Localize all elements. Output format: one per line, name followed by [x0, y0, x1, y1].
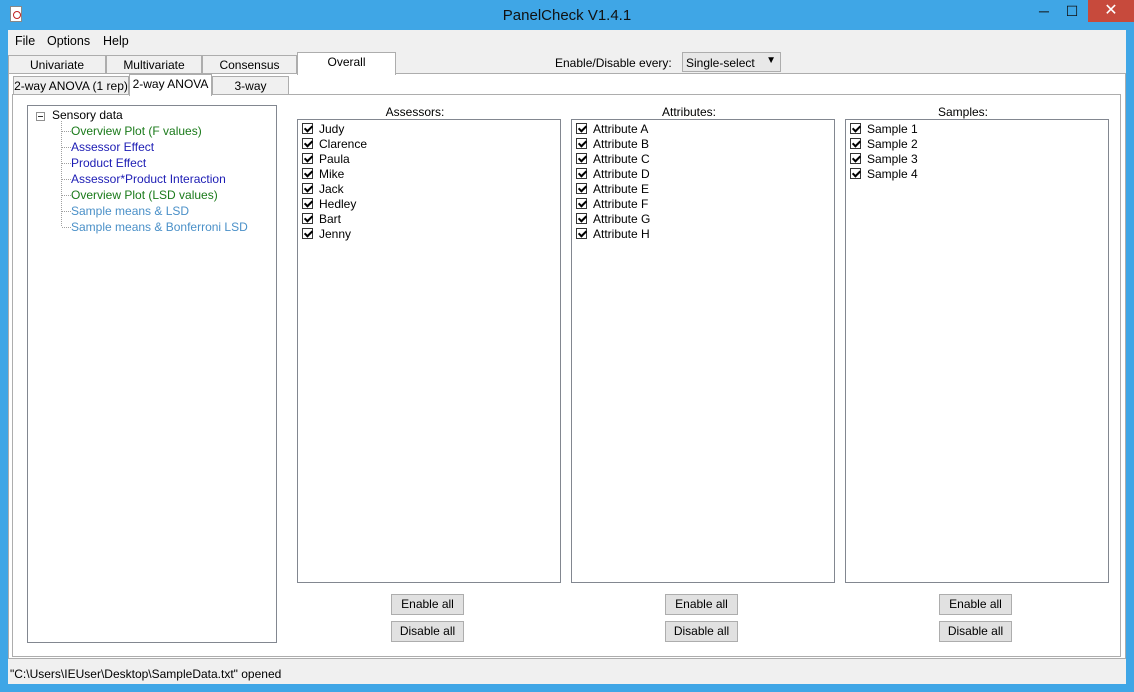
status-text: "C:\Users\IEUser\Desktop\SampleData.txt"… [10, 667, 282, 681]
assessors-disable-all-button[interactable]: Disable all [391, 621, 464, 642]
list-item-label: Sample 4 [867, 167, 918, 181]
tree-item[interactable]: Sample means & LSD [71, 204, 189, 218]
attributes-disable-all-button[interactable]: Disable all [665, 621, 738, 642]
tree-connector [62, 179, 71, 180]
list-item-label: Sample 1 [867, 122, 918, 136]
list-item-label: Attribute B [593, 137, 650, 151]
checkbox-checked-icon[interactable] [302, 168, 313, 179]
list-item-label: Jenny [319, 227, 352, 241]
chevron-down-icon: ▼ [766, 55, 776, 66]
checkbox-checked-icon[interactable] [576, 138, 587, 149]
tree-item[interactable]: Overview Plot (F values) [71, 124, 202, 138]
list-item-label: Attribute E [593, 182, 650, 196]
samples-listbox: Sample 1 Sample 2 Sample 3 Sample 4 [845, 119, 1109, 583]
checkbox-checked-icon[interactable] [576, 198, 587, 209]
minimize-button[interactable]: ─ [1030, 0, 1058, 22]
attributes-heading: Attributes: [661, 105, 717, 119]
tree-connector [62, 211, 71, 212]
attributes-listbox: Attribute A Attribute B Attribute C Attribu… [571, 119, 835, 583]
title-bar[interactable]: PanelCheck V1.4.1 ─ ☐ ✕ [0, 0, 1134, 30]
checkbox-checked-icon[interactable] [576, 153, 587, 164]
tree-item[interactable]: Product Effect [71, 156, 146, 170]
enable-disable-label: Enable/Disable every: [555, 56, 672, 70]
select-mode-dropdown[interactable]: Single-select ▼ [682, 52, 781, 72]
menu-options[interactable]: Options [47, 34, 90, 48]
list-item-label: Attribute A [593, 122, 649, 136]
tree-item[interactable]: Overview Plot (LSD values) [71, 188, 218, 202]
checkbox-checked-icon[interactable] [576, 183, 587, 194]
menu-bar: File Options Help [8, 30, 1126, 52]
tree-item[interactable]: Assessor*Product Interaction [71, 172, 226, 186]
checkbox-checked-icon[interactable] [302, 123, 313, 134]
tree-connector [62, 195, 71, 196]
checkbox-checked-icon[interactable] [576, 168, 587, 179]
checkbox-checked-icon[interactable] [302, 138, 313, 149]
checkbox-checked-icon[interactable] [576, 123, 587, 134]
tree-connector [62, 227, 71, 228]
list-item-label: Sample 2 [867, 137, 918, 151]
samples-heading: Samples: [937, 105, 989, 119]
tab-univariate[interactable]: Univariate [8, 55, 106, 74]
plot-tree: Sensory data Overview Plot (F values) Ass… [27, 105, 277, 643]
collapse-icon[interactable] [36, 112, 45, 121]
tree-connector [62, 163, 71, 164]
app-window: PanelCheck V1.4.1 ─ ☐ ✕ File Options Hel… [0, 0, 1134, 692]
list-item-label: Hedley [319, 197, 357, 211]
list-item-label: Attribute D [593, 167, 650, 181]
list-item-label: Sample 3 [867, 152, 918, 166]
tree-connector [62, 131, 71, 132]
checkbox-checked-icon[interactable] [850, 153, 861, 164]
checkbox-checked-icon[interactable] [302, 183, 313, 194]
tree-item[interactable]: Assessor Effect [71, 140, 154, 154]
tree-connector [62, 147, 71, 148]
overall-panel: 2-way ANOVA (1 rep) 2-way ANOVA 3-way AN… [8, 73, 1126, 659]
list-item-label: Attribute C [593, 152, 650, 166]
list-item-label: Mike [319, 167, 345, 181]
checkbox-checked-icon[interactable] [850, 123, 861, 134]
tab-2way-anova[interactable]: 2-way ANOVA [129, 74, 212, 96]
maximize-button[interactable]: ☐ [1058, 0, 1086, 22]
list-item-label: Attribute G [593, 212, 651, 226]
window-title: PanelCheck V1.4.1 [502, 7, 632, 24]
checkbox-checked-icon[interactable] [850, 138, 861, 149]
list-item-label: Paula [319, 152, 350, 166]
tab-multivariate[interactable]: Multivariate [106, 55, 202, 74]
list-item-label: Judy [319, 122, 345, 136]
samples-enable-all-button[interactable]: Enable all [939, 594, 1012, 615]
list-item-label: Clarence [319, 137, 368, 151]
select-value: Single-select [686, 56, 755, 70]
samples-disable-all-button[interactable]: Disable all [939, 621, 1012, 642]
list-item-label: Jack [319, 182, 344, 196]
list-item-label: Bart [319, 212, 342, 226]
assessors-enable-all-button[interactable]: Enable all [391, 594, 464, 615]
checkbox-checked-icon[interactable] [850, 168, 861, 179]
anova-panel: Sensory data Overview Plot (F values) Ass… [12, 94, 1121, 657]
checkbox-checked-icon[interactable] [302, 198, 313, 209]
close-button[interactable]: ✕ [1088, 0, 1134, 22]
tab-overall[interactable]: Overall [297, 52, 396, 75]
tree-item[interactable]: Sample means & Bonferroni LSD [71, 220, 248, 234]
assessors-heading: Assessors: [385, 105, 445, 119]
list-item-label: Attribute F [593, 197, 649, 211]
menu-help[interactable]: Help [103, 34, 129, 48]
attributes-enable-all-button[interactable]: Enable all [665, 594, 738, 615]
tab-3way-anova[interactable]: 3-way ANOVA [212, 76, 289, 112]
tab-2way-anova-1rep[interactable]: 2-way ANOVA (1 rep) [13, 76, 129, 95]
checkbox-checked-icon[interactable] [302, 153, 313, 164]
tab-consensus[interactable]: Consensus [202, 55, 297, 74]
checkbox-checked-icon[interactable] [302, 228, 313, 239]
checkbox-checked-icon[interactable] [302, 213, 313, 224]
tree-root-sensory-data[interactable]: Sensory data [52, 108, 123, 122]
list-item-label: Attribute H [593, 227, 650, 241]
checkbox-checked-icon[interactable] [576, 228, 587, 239]
assessors-listbox: Judy Clarence Paula Mike Jack Hedley Bart Jenny [297, 119, 561, 583]
checkbox-checked-icon[interactable] [576, 213, 587, 224]
menu-file[interactable]: File [15, 34, 35, 48]
status-bar: "C:\Users\IEUser\Desktop\SampleData.txt"… [8, 664, 1126, 684]
client-area: File Options Help Univariate Multivariat… [8, 30, 1126, 684]
